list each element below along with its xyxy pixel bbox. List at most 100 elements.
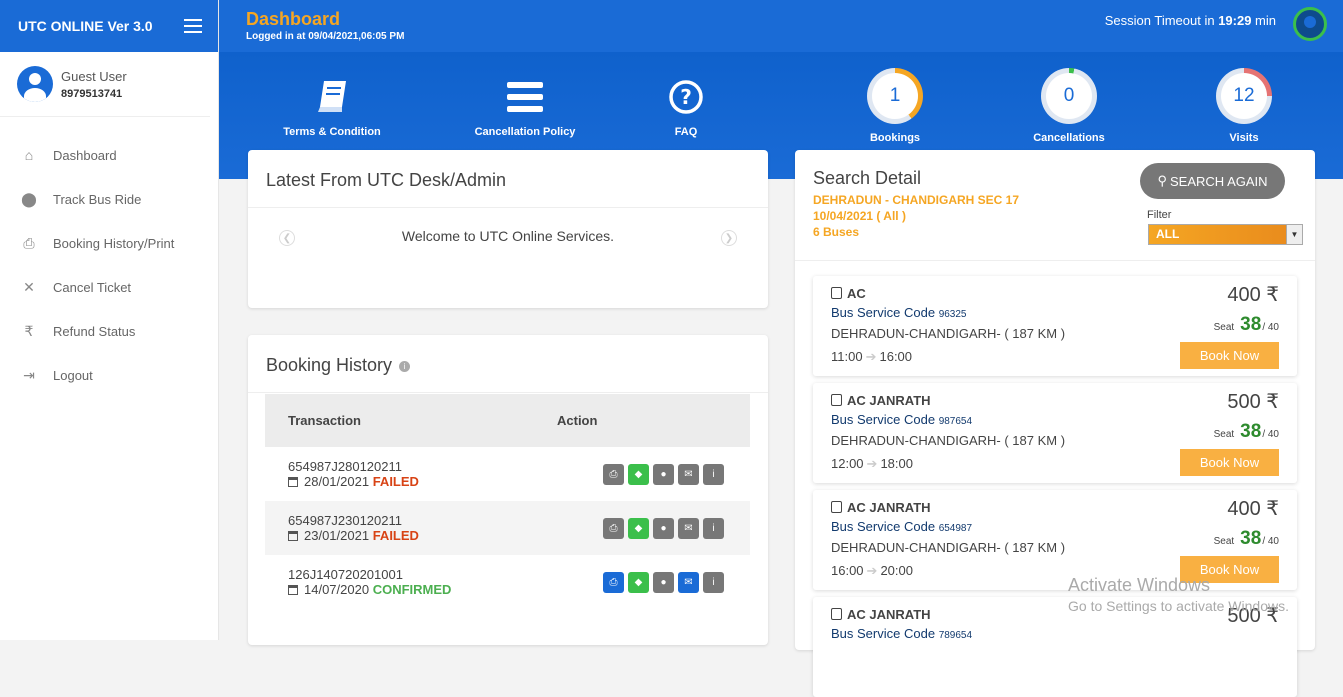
info-button[interactable]: i bbox=[703, 463, 724, 485]
sidebar-item-track-bus-ride[interactable]: ⬤ Track Bus Ride bbox=[0, 177, 218, 221]
calendar-icon bbox=[288, 531, 298, 541]
chevron-down-icon: ▼ bbox=[1286, 225, 1302, 244]
user-name: Guest User bbox=[61, 68, 127, 84]
search-again-label: SEARCH AGAIN bbox=[1170, 173, 1268, 189]
print-button[interactable]: ⎙ bbox=[603, 517, 624, 539]
sidebar-item-refund-status[interactable]: ₹ Refund Status bbox=[0, 309, 218, 353]
service-code-value: 987654 bbox=[938, 416, 973, 427]
sidebar-item-dashboard[interactable]: ⌂ Dashboard bbox=[0, 133, 218, 177]
seat-label: Seat bbox=[1213, 536, 1235, 547]
service-code-label: Bus Service Code bbox=[831, 519, 936, 534]
seat-availability: Seat 38/ 40 bbox=[1214, 314, 1279, 336]
printer-icon: ⎙ bbox=[609, 468, 618, 480]
departure-time: 16:00 bbox=[831, 563, 864, 578]
user-phone: 8979513741 bbox=[61, 87, 123, 100]
visits-label: Visits bbox=[1229, 132, 1259, 144]
home-icon: ⌂ bbox=[24, 147, 34, 163]
stat-bookings[interactable]: 1 Bookings bbox=[845, 68, 945, 144]
stat-cancellations[interactable]: 0 Cancellations bbox=[1019, 68, 1119, 144]
sidebar: UTC ONLINE Ver 3.0 Guest User 8979513741… bbox=[0, 0, 219, 640]
email-button[interactable]: ✉ bbox=[678, 571, 699, 593]
action-cell: ⎙ ◆ ● ✉ i bbox=[557, 555, 750, 609]
chat-icon: ● bbox=[660, 468, 667, 480]
login-time: Logged in at 09/04/2021,06:05 PM bbox=[246, 31, 405, 42]
email-icon: ✉ bbox=[684, 522, 693, 534]
book-now-button[interactable]: Book Now bbox=[1180, 342, 1279, 369]
sidebar-item-cancel-ticket[interactable]: ✕ Cancel Ticket bbox=[0, 265, 218, 309]
transaction-id: 654987J230120211 bbox=[288, 513, 402, 528]
book-now-button[interactable]: Book Now bbox=[1180, 449, 1279, 476]
search-route: DEHRADUN - CHANDIGARH SEC 17 bbox=[813, 193, 1020, 207]
bus-type-label: AC JANRATH bbox=[847, 393, 931, 408]
service-code-value: 789654 bbox=[938, 630, 973, 641]
seat-label: Seat bbox=[1213, 322, 1235, 333]
calendar-icon bbox=[288, 477, 298, 487]
ticket-icon: ◆ bbox=[634, 576, 643, 588]
email-button[interactable]: ✉ bbox=[678, 517, 699, 539]
info-icon: i bbox=[712, 468, 715, 480]
transaction-id: 654987J280120211 bbox=[288, 459, 402, 474]
ticket-button[interactable]: ◆ bbox=[628, 571, 649, 593]
arrival-time: 18:00 bbox=[880, 456, 913, 471]
bus-service-code: Bus Service Code 987654 bbox=[831, 412, 972, 427]
info-button[interactable]: i bbox=[703, 517, 724, 539]
watermark-title: Activate Windows bbox=[1068, 575, 1211, 595]
status-badge: FAILED bbox=[372, 528, 419, 543]
sidebar-item-label: Dashboard bbox=[53, 147, 117, 163]
transaction-cell: 654987J230120211 23/01/2021 FAILED bbox=[265, 501, 557, 555]
bus-service-code: Bus Service Code 789654 bbox=[831, 626, 972, 641]
ticket-button[interactable]: ◆ bbox=[628, 517, 649, 539]
bus-icon bbox=[831, 501, 842, 513]
search-bus-count: 6 Buses bbox=[813, 225, 860, 239]
message-button[interactable]: ● bbox=[653, 463, 674, 485]
filter-select[interactable]: ALL ▼ bbox=[1148, 224, 1303, 245]
chat-icon: ● bbox=[660, 522, 667, 534]
news-card: Latest From UTC Desk/Admin ❮ Welcome to … bbox=[248, 150, 768, 308]
arrival-time: 20:00 bbox=[880, 563, 913, 578]
ticket-icon: ◆ bbox=[634, 468, 643, 480]
bus-timing: 11:00 ➔ 16:00 bbox=[831, 349, 912, 365]
terms-condition-link[interactable]: Terms & Condition bbox=[282, 79, 382, 138]
email-icon: ✉ bbox=[684, 468, 693, 480]
print-button[interactable]: ⎙ bbox=[603, 571, 624, 593]
search-again-button[interactable]: ⚲ SEARCH AGAIN bbox=[1140, 163, 1285, 199]
rupee-icon: ₹ bbox=[1266, 498, 1279, 520]
cancellation-policy-link[interactable]: Cancellation Policy bbox=[472, 79, 578, 138]
news-message: Welcome to UTC Online Services. bbox=[401, 228, 615, 244]
hamburger-icon[interactable] bbox=[184, 19, 202, 33]
bookings-label: Bookings bbox=[869, 132, 921, 144]
info-icon[interactable]: i bbox=[399, 360, 411, 372]
book-icon bbox=[318, 81, 346, 112]
message-button[interactable]: ● bbox=[653, 517, 674, 539]
table-row: 654987J230120211 23/01/2021 FAILED ⎙ ◆ ● ✉ i bbox=[265, 501, 750, 555]
visits-ring: 12 bbox=[1216, 68, 1272, 124]
status-badge: FAILED bbox=[372, 474, 419, 489]
bus-type-label: AC JANRATH bbox=[847, 607, 931, 622]
stat-visits[interactable]: 12 Visits bbox=[1194, 68, 1294, 144]
ticket-button[interactable]: ◆ bbox=[628, 463, 649, 485]
booking-history-card: Booking History i Transaction Action 654… bbox=[248, 335, 768, 645]
cancellations-ring: 0 bbox=[1041, 68, 1097, 124]
fare-value: 400 bbox=[1227, 498, 1261, 520]
faq-link[interactable]: ? FAQ bbox=[656, 79, 716, 138]
sidebar-item-booking-history[interactable]: ⎙ Booking History/Print bbox=[0, 221, 218, 265]
cancellations-count: 0 bbox=[1046, 73, 1092, 119]
bus-route: DEHRADUN-CHANDIGARH- ( 187 KM ) bbox=[831, 326, 1066, 341]
email-button[interactable]: ✉ bbox=[678, 463, 699, 485]
sidebar-item-logout[interactable]: ⇥ Logout bbox=[0, 353, 218, 397]
cancellations-label: Cancellations bbox=[1033, 132, 1105, 144]
arrow-right-icon: ➔ bbox=[866, 563, 878, 578]
app-title: UTC ONLINE Ver 3.0 bbox=[18, 18, 153, 34]
bookings-ring: 1 bbox=[867, 68, 923, 124]
print-button[interactable]: ⎙ bbox=[603, 463, 624, 485]
seat-label: Seat bbox=[1213, 429, 1235, 440]
calendar-icon bbox=[288, 585, 298, 595]
question-icon: ? bbox=[669, 80, 703, 114]
info-button[interactable]: i bbox=[703, 571, 724, 593]
service-code-value: 96325 bbox=[938, 309, 967, 320]
chevron-right-icon[interactable]: ❯ bbox=[721, 230, 737, 246]
chevron-left-icon[interactable]: ❮ bbox=[279, 230, 295, 246]
message-button[interactable]: ● bbox=[653, 571, 674, 593]
rupee-icon: ₹ bbox=[1266, 391, 1279, 413]
session-timeout: Session Timeout in 19:29 min bbox=[1105, 13, 1276, 28]
